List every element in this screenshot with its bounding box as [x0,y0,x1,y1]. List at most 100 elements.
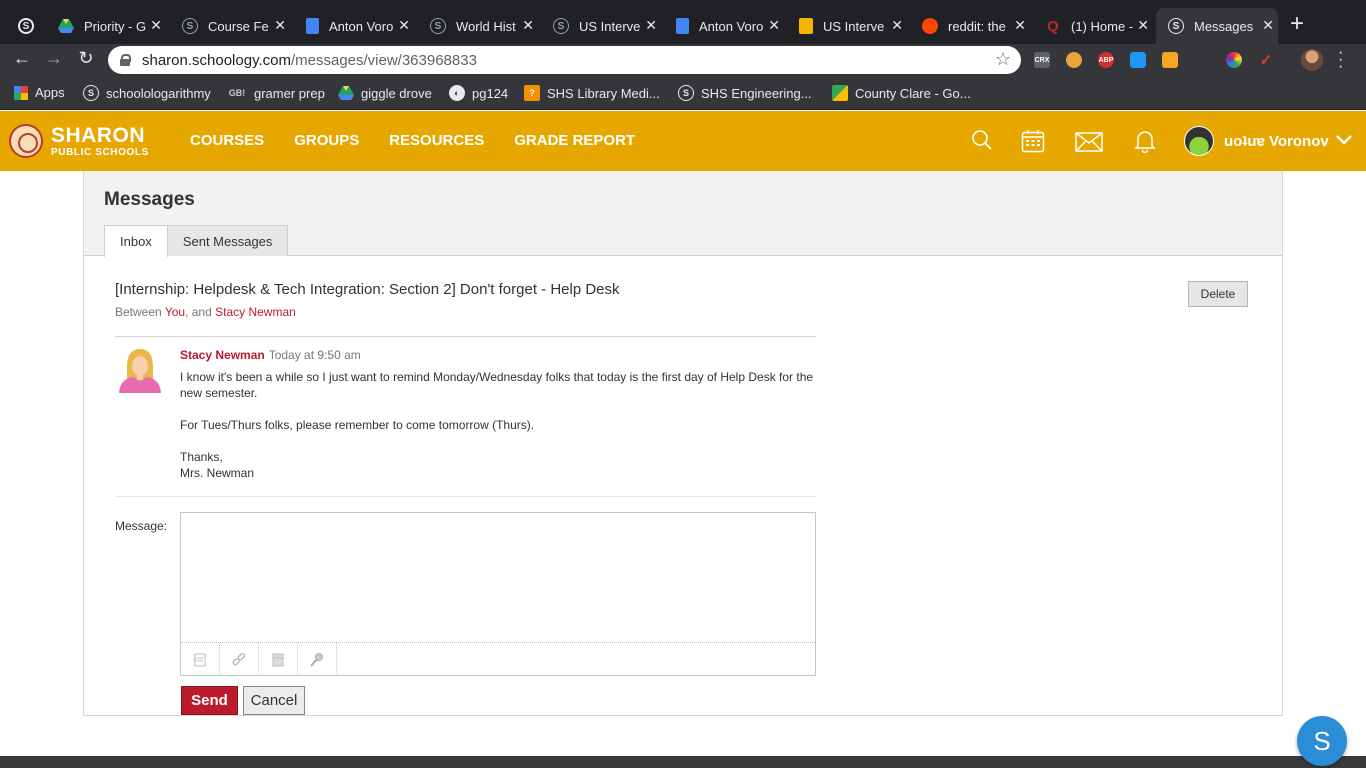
tab[interactable]: S World Hist ✕ [430,8,538,44]
schoology-icon: S [430,18,446,34]
tab[interactable]: Priority - G ✕ [58,8,166,44]
bookmark-item[interactable]: County Clare - Go... [832,85,971,101]
link-icon[interactable] [220,643,259,676]
tab[interactable]: Anton Voro ✕ [306,8,414,44]
back-icon[interactable]: ← [10,48,34,69]
profile-avatar[interactable] [1301,49,1323,71]
reload-icon[interactable]: ↻ [74,48,98,69]
schoology-icon: S [83,85,99,101]
user-avatar[interactable] [1184,126,1214,156]
resource-icon[interactable] [259,643,298,676]
message-paragraph: I know it's been a while so I just want … [180,370,814,400]
schoology-icon: S [1168,18,1184,34]
bookmark-apps[interactable]: Apps [14,85,65,100]
bookmark-item[interactable]: GB! gramer prep [227,85,325,101]
tab[interactable]: US Interve ✕ [799,8,907,44]
bookmark-star-icon[interactable]: ☆ [995,49,1011,70]
schoology-icon: S [678,85,694,101]
library-icon: ? [524,85,540,101]
nav-grade-report[interactable]: GRADE REPORT [514,132,635,149]
bookmark-item[interactable]: S SHS Engineering... [678,85,812,101]
record-audio-icon[interactable] [298,643,337,676]
tab[interactable]: S US Interve ✕ [553,8,661,44]
schoology-icon: S [553,18,569,34]
attach-file-icon[interactable] [181,643,220,676]
url-text[interactable]: sharon.schoology.com/messages/view/36396… [142,52,477,69]
user-name[interactable]: uoʇuɐ Voronov [1224,133,1329,150]
package-extension-icon[interactable] [1162,52,1178,68]
participant-you-link[interactable]: You [165,305,185,319]
color-extension-icon[interactable] [1226,52,1242,68]
close-icon[interactable]: ✕ [891,17,903,34]
notifications-bell-icon[interactable] [1134,129,1156,158]
tab-sent-messages[interactable]: Sent Messages [166,225,289,256]
help-chat-button[interactable]: S [1297,716,1347,766]
chevron-down-icon[interactable] [1335,133,1353,151]
reddit-icon [922,18,938,34]
close-icon[interactable]: ✕ [150,17,162,34]
google-slides-icon [799,18,813,34]
reply-editor [180,512,816,676]
editor-toolbar [181,642,815,676]
checkmark-extension-icon[interactable] [1130,52,1146,68]
page-area: Messages Inbox Sent Messages [Internship… [0,171,1366,756]
nav-resources[interactable]: RESOURCES [389,132,484,149]
owl-extension-icon[interactable] [1066,52,1082,68]
address-bar[interactable]: sharon.schoology.com/messages/view/36396… [108,46,1021,74]
close-icon[interactable]: ✕ [645,17,657,34]
lock-icon [120,54,131,66]
delete-button[interactable]: Delete [1188,281,1248,307]
new-tab-button[interactable]: + [1290,12,1304,36]
tab[interactable]: S Course Fe ✕ [182,8,290,44]
main-nav: COURSES GROUPS RESOURCES GRADE REPORT [190,132,665,149]
bookmark-item[interactable]: ? SHS Library Medi... [524,85,660,101]
mail-icon[interactable] [1075,132,1103,157]
pinned-tab[interactable]: S [18,8,38,44]
browser-toolbar: ← → ↻ sharon.schoology.com/messages/view… [0,44,1366,76]
red-swoosh-extension-icon[interactable]: ✓ [1258,52,1274,69]
send-button[interactable]: Send [181,686,238,715]
bookmark-item[interactable]: S schoolologarithmy [83,85,211,101]
message-subject: [Internship: Helpdesk & Tech Integration… [115,281,620,298]
google-drive-icon [58,18,74,34]
bookmark-item[interactable]: ◐ pg124 [449,85,508,101]
close-icon[interactable]: ✕ [398,17,410,34]
schoology-icon: S [18,18,34,34]
brand-name[interactable]: SHARON [51,125,145,147]
tab[interactable]: reddit: the ✕ [922,8,1030,44]
close-icon[interactable]: ✕ [274,17,286,34]
message-time: Today at 9:50 am [268,348,361,362]
crx-extension-icon[interactable]: CRX [1034,52,1050,68]
globe-icon: ◐ [449,85,465,101]
close-icon[interactable]: ✕ [768,17,780,34]
close-icon[interactable]: ✕ [1262,17,1274,34]
tab-messages[interactable]: S Messages ✕ [1156,8,1278,44]
schoology-icon: S [182,18,198,34]
sender-avatar[interactable] [115,347,165,393]
sender-name-link[interactable]: Stacy Newman [180,348,265,362]
page-title: Messages [104,189,195,210]
tab[interactable]: Anton Voro ✕ [676,8,784,44]
participant-link[interactable]: Stacy Newman [215,305,296,319]
message-paragraph: For Tues/Thurs folks, please remember to… [180,418,535,432]
nav-courses[interactable]: COURSES [190,132,264,149]
district-seal-logo[interactable] [9,124,43,158]
tab-inbox[interactable]: Inbox [104,225,168,257]
reply-textarea[interactable] [181,513,815,643]
search-icon[interactable] [971,129,993,156]
site-header: SHARON PUBLIC SCHOOLS COURSES GROUPS RES… [0,111,1366,171]
nav-groups[interactable]: GROUPS [294,132,359,149]
close-icon[interactable]: ✕ [522,17,534,34]
bookmark-item[interactable]: giggle drove [338,85,432,101]
cancel-button[interactable]: Cancel [243,686,305,715]
forward-icon[interactable]: → [42,48,66,69]
footer-bar [0,756,1366,768]
calendar-icon[interactable] [1021,129,1045,158]
close-icon[interactable]: ✕ [1014,17,1026,34]
apps-grid-icon [14,85,28,100]
close-icon[interactable]: ✕ [1137,17,1149,34]
adblock-plus-icon[interactable]: ABP [1098,52,1114,68]
google-maps-icon [832,85,848,101]
tab[interactable]: Q (1) Home - ✕ [1045,8,1153,44]
browser-menu-icon[interactable]: · · · [1338,45,1343,75]
